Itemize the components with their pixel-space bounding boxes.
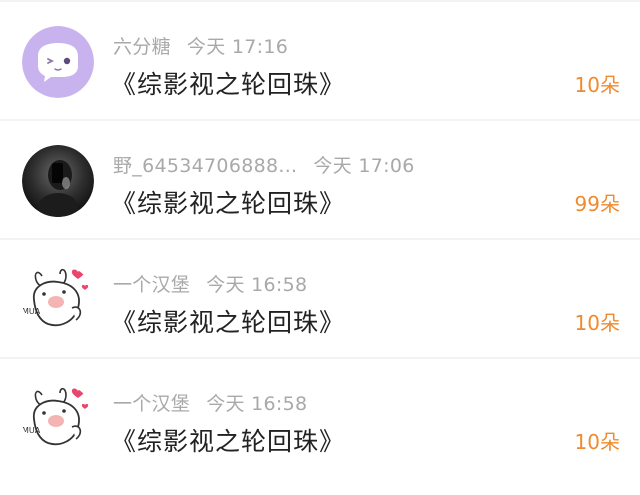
comment-meta: 一个汉堡 今天 16:58 xyxy=(113,389,307,416)
avatar-mua-text: MUA xyxy=(22,426,41,435)
list-item[interactable]: 野_64534706888... 今天 17:06 《综影视之轮回珠》 99朵 xyxy=(0,121,640,240)
book-title[interactable]: 《综影视之轮回珠》 xyxy=(111,303,345,339)
avatar[interactable]: MUA xyxy=(22,383,94,455)
avatar[interactable]: MUA xyxy=(22,264,94,336)
cartoon-rabbit-icon: MUA xyxy=(22,383,94,455)
gift-count: 99朵 xyxy=(574,192,620,216)
username[interactable]: 六分糖 xyxy=(113,36,171,58)
book-title[interactable]: 《综影视之轮回珠》 xyxy=(111,184,345,220)
comment-meta: 野_64534706888... 今天 17:06 xyxy=(113,151,415,178)
purple-chat-bubble-icon xyxy=(22,26,94,98)
selfie-photo-icon xyxy=(22,145,94,217)
avatar-mua-text: MUA xyxy=(22,307,41,316)
book-title[interactable]: 《综影视之轮回珠》 xyxy=(111,65,345,101)
avatar[interactable] xyxy=(22,26,94,98)
list-item[interactable]: 六分糖 今天 17:16 《综影视之轮回珠》 10朵 xyxy=(0,2,640,121)
username[interactable]: 一个汉堡 xyxy=(113,393,190,415)
username[interactable]: 野_64534706888... xyxy=(113,155,297,177)
username[interactable]: 一个汉堡 xyxy=(113,274,190,296)
timestamp: 今天 17:16 xyxy=(186,36,289,58)
list-item[interactable]: MUA 一个汉堡 今天 16:58 《综影视之轮回珠》 10朵 xyxy=(0,359,640,478)
comment-meta: 一个汉堡 今天 16:58 xyxy=(113,270,307,297)
book-title[interactable]: 《综影视之轮回珠》 xyxy=(111,422,345,458)
timestamp: 今天 17:06 xyxy=(313,155,415,177)
comment-meta: 六分糖 今天 17:16 xyxy=(113,32,288,59)
gift-count: 10朵 xyxy=(574,430,620,454)
avatar[interactable] xyxy=(22,145,94,217)
cartoon-rabbit-icon: MUA xyxy=(22,264,94,336)
list-item[interactable]: MUA 一个汉堡 今天 16:58 《综影视之轮回珠》 10朵 xyxy=(0,240,640,359)
gift-record-list: 六分糖 今天 17:16 《综影视之轮回珠》 10朵 野_64534706888… xyxy=(0,0,640,495)
timestamp: 今天 16:58 xyxy=(206,393,308,415)
timestamp: 今天 16:58 xyxy=(206,274,308,296)
gift-count: 10朵 xyxy=(574,73,620,97)
gift-count: 10朵 xyxy=(574,311,620,335)
